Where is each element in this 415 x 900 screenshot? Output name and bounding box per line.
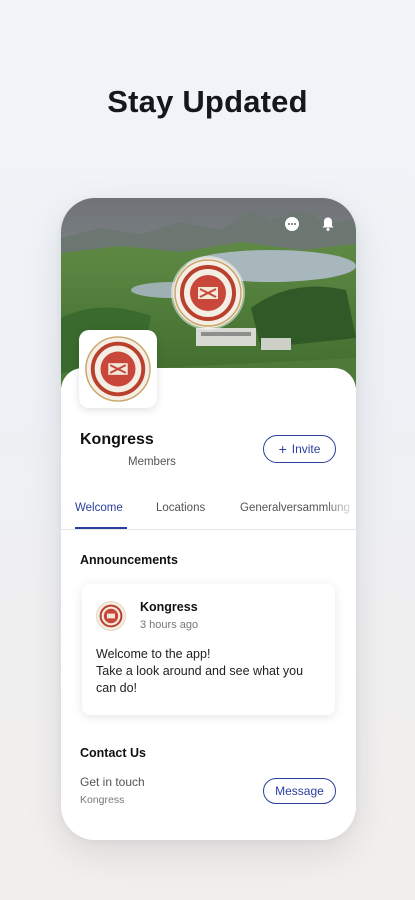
chat-icon[interactable] [284, 216, 300, 232]
plus-icon: + [278, 441, 287, 457]
announcements-title: Announcements [80, 553, 178, 567]
post-author: Kongress [140, 600, 198, 614]
members-label[interactable]: Members [128, 456, 176, 468]
announcement-card[interactable]: Kongress 3 hours ago Welcome to the app!… [82, 584, 335, 715]
group-name: Kongress [80, 431, 154, 448]
phone-mockup: Kongress Members + Invite Welcome Locati… [61, 198, 356, 840]
group-logo-icon [85, 336, 151, 402]
group-avatar[interactable] [79, 330, 157, 408]
post-body: Welcome to the app! Take a look around a… [96, 646, 326, 697]
message-button[interactable]: Message [263, 778, 336, 804]
tab-locations[interactable]: Locations [156, 502, 205, 514]
cover-logo [173, 258, 243, 328]
invite-button[interactable]: + Invite [263, 435, 336, 463]
tab-bar: Welcome Locations Generalversammlung [61, 494, 356, 530]
tab-fade [326, 494, 356, 528]
invite-label: Invite [291, 442, 321, 456]
active-tab-indicator [75, 527, 127, 529]
post-time: 3 hours ago [140, 619, 199, 631]
contact-subtitle: Get in touch [80, 775, 145, 789]
tab-welcome[interactable]: Welcome [75, 502, 123, 514]
post-line-2: Take a look around and see what you can … [96, 664, 304, 695]
contact-title: Contact Us [80, 746, 146, 760]
bell-icon[interactable] [320, 216, 336, 232]
headline: Stay Updated [107, 84, 308, 119]
post-line-1: Welcome to the app! [96, 647, 211, 661]
post-avatar [96, 601, 126, 631]
contact-org: Kongress [80, 794, 125, 806]
